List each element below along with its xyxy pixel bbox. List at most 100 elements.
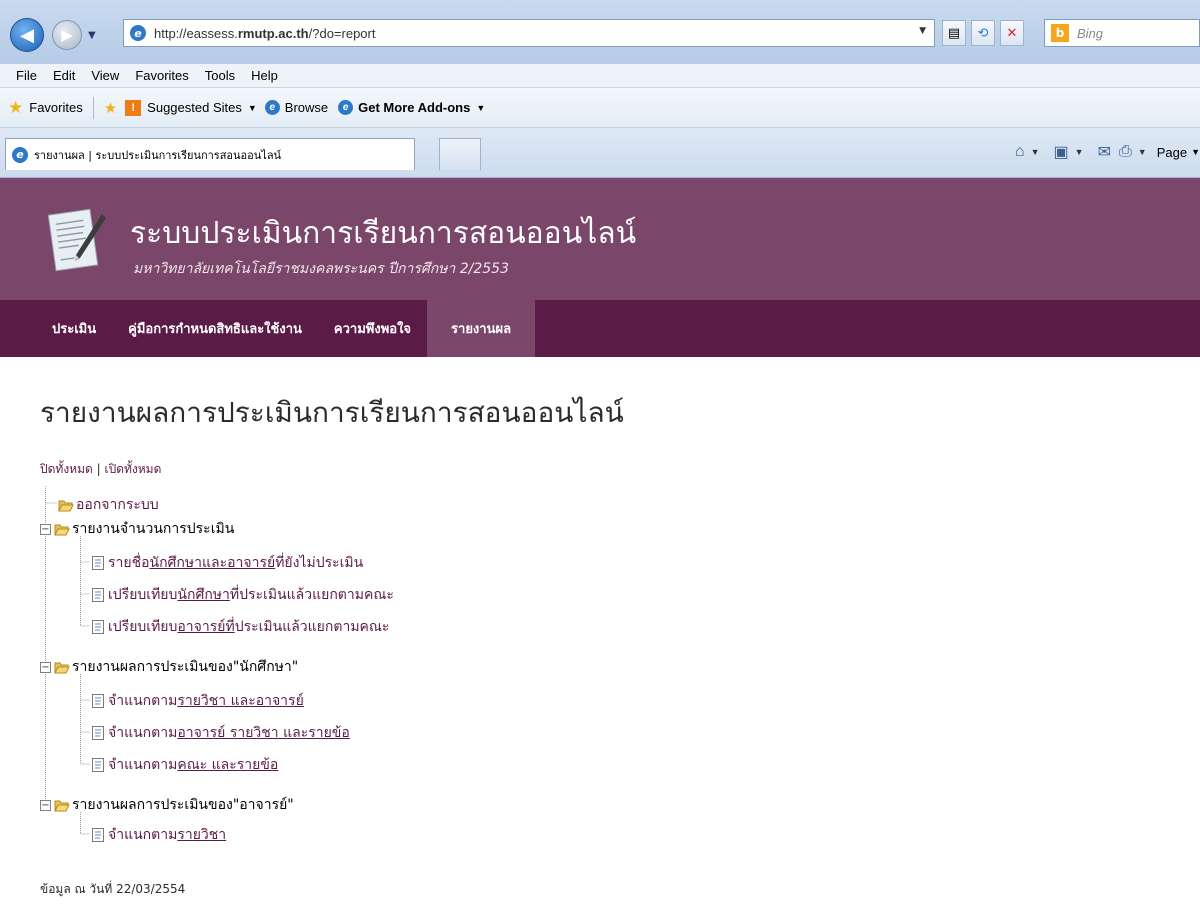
tree-leaf-compare-students[interactable]: เปรียบเทียบนักศึกษาที่ประเมินแล้วแยกตามค… (92, 584, 394, 606)
command-bar: ⌂ ▼ ▣ ▼ ✉ ⎙ ▼ Page ▼ (1011, 142, 1200, 162)
folder-open-icon (54, 524, 70, 535)
nav-evaluate[interactable]: ประเมิน (36, 300, 112, 357)
menu-file[interactable]: File (8, 68, 45, 83)
report-link[interactable]: รายชื่อนักศึกษาและอาจารย์ที่ยังไม่ประเมิ… (108, 552, 363, 574)
report-link[interactable]: จำแนกตามรายวิชา (108, 824, 226, 846)
favorites-bar: ★ Favorites ★ ! Suggested Sites ▼ e Brows… (0, 88, 1200, 128)
collapse-all-link[interactable]: ปิดทั้งหมด (40, 462, 93, 476)
browser-chrome: ◀ ▶ ▼ e http://eassess.rmutp.ac.th/?do=r… (0, 0, 1200, 178)
stop-icon[interactable]: ✕ (1000, 20, 1024, 46)
active-tab[interactable]: e รายงานผล | ระบบประเมินการเรียนการสอนออ… (5, 138, 415, 170)
document-icon (92, 620, 104, 634)
document-pen-logo-icon (48, 208, 106, 272)
add-to-favorites-icon[interactable]: ★ (104, 99, 117, 117)
tree-node-logout[interactable]: ออกจากระบบ (58, 494, 159, 516)
print-dropdown-icon[interactable]: ▼ (1138, 147, 1147, 157)
print-icon[interactable]: ⎙ (1119, 143, 1132, 161)
tree-leaf-by-course-teacher[interactable]: จำแนกตามรายวิชา และอาจารย์ (92, 690, 304, 712)
recent-pages-dropdown-icon[interactable]: ▼ (88, 30, 96, 41)
search-placeholder: Bing (1077, 25, 1104, 41)
group-title: รายงานจำนวนการประเมิน (72, 521, 235, 537)
menu-edit[interactable]: Edit (45, 68, 83, 83)
collapse-toggle-icon[interactable]: − (40, 661, 51, 673)
group-title: รายงานผลการประเมินของ"นักศึกษา" (72, 659, 299, 675)
home-dropdown-icon[interactable]: ▼ (1031, 147, 1040, 157)
document-icon (92, 694, 104, 708)
report-link[interactable]: จำแนกตามคณะ และรายข้อ (108, 754, 278, 776)
tree-group-student-evaluation[interactable]: − รายงานผลการประเมินของ"นักศึกษา" (40, 656, 298, 678)
suggested-sites-icon: ! (125, 99, 142, 116)
menu-tools[interactable]: Tools (197, 68, 243, 83)
tab-title: รายงานผล | ระบบประเมินการเรียนการสอนออนไ… (34, 148, 282, 162)
address-bar[interactable]: e http://eassess.rmutp.ac.th/?do=report … (123, 19, 935, 47)
nav-manual[interactable]: คู่มือการกำหนดสิทธิและใช้งาน (112, 300, 318, 357)
browse-ie-icon: e (264, 100, 280, 115)
tree-group-teacher-evaluation[interactable]: − รายงานผลการประเมินของ"อาจารย์" (40, 794, 294, 816)
home-icon[interactable]: ⌂ (1015, 143, 1025, 161)
menu-view[interactable]: View (83, 68, 127, 83)
favorites-button[interactable]: Favorites (29, 100, 82, 115)
bing-icon: b (1051, 24, 1069, 42)
suggested-sites-dropdown-icon[interactable]: ▼ (248, 103, 257, 113)
tree-leaf-by-faculty-item[interactable]: จำแนกตามคณะ และรายข้อ (92, 754, 278, 776)
report-link[interactable]: จำแนกตามอาจารย์ รายวิชา และรายข้อ (108, 722, 350, 744)
favorites-star-icon[interactable]: ★ (8, 98, 23, 118)
logout-link[interactable]: ออกจากระบบ (76, 494, 159, 516)
site-subtitle: มหาวิทยาลัยเทคโนโลยีราชมงคลพระนคร ปีการศ… (133, 261, 509, 277)
report-link[interactable]: จำแนกตามรายวิชา และอาจารย์ (108, 690, 304, 712)
document-icon (92, 758, 104, 772)
toggle-separator: | (92, 462, 105, 476)
address-bar-row: ◀ ▶ ▼ e http://eassess.rmutp.ac.th/?do=r… (0, 0, 1200, 64)
get-more-addons-link[interactable]: Get More Add-ons (358, 100, 470, 115)
folder-open-icon (58, 500, 74, 511)
folder-open-icon (54, 662, 70, 673)
favorites-divider (92, 96, 94, 119)
report-link[interactable]: เปรียบเทียบนักศึกษาที่ประเมินแล้วแยกตามค… (108, 584, 394, 606)
group-title: รายงานผลการประเมินของ"อาจารย์" (72, 797, 294, 813)
menu-favorites[interactable]: Favorites (127, 68, 196, 83)
refresh-icon[interactable]: ⟲ (971, 20, 995, 46)
tree-leaf-by-course[interactable]: จำแนกตามรายวิชา (92, 824, 226, 846)
tree-toggle-links: ปิดทั้งหมด | เปิดทั้งหมด (40, 460, 161, 479)
new-tab-button[interactable] (439, 138, 481, 170)
document-icon (92, 726, 104, 740)
page-title: รายงานผลการประเมินการเรียนการสอนออนไลน์ (40, 396, 624, 429)
search-input[interactable]: b Bing (1044, 19, 1200, 47)
compatibility-view-icon[interactable]: ▤ (942, 20, 966, 46)
addons-dropdown-icon[interactable]: ▼ (476, 103, 485, 113)
page-menu-button[interactable]: Page (1157, 145, 1187, 160)
back-button[interactable]: ◀ (10, 18, 44, 52)
report-link[interactable]: เปรียบเทียบอาจารย์ที่ประเมินแล้วแยกตามคณ… (108, 616, 389, 638)
nav-report[interactable]: รายงานผล (427, 300, 536, 357)
tab-bar: e รายงานผล | ระบบประเมินการเรียนการสอนออ… (0, 128, 1200, 178)
tab-favicon-icon: e (12, 146, 28, 163)
tree-leaf-unevaluated-list[interactable]: รายชื่อนักศึกษาและอาจารย์ที่ยังไม่ประเมิ… (92, 552, 363, 574)
collapse-toggle-icon[interactable]: − (40, 523, 51, 535)
tree-group-evaluation-count[interactable]: − รายงานจำนวนการประเมิน (40, 518, 234, 540)
menu-bar: File Edit View Favorites Tools Help (0, 64, 1200, 88)
address-dropdown-icon[interactable]: ▼ (919, 26, 926, 36)
addons-ie-icon: e (338, 100, 354, 115)
site-header: ระบบประเมินการเรียนการสอนออนไลน์ มหาวิทย… (0, 178, 1200, 300)
browse-link[interactable]: Browse (285, 100, 328, 115)
expand-all-link[interactable]: เปิดทั้งหมด (104, 462, 161, 476)
forward-button[interactable]: ▶ (52, 20, 82, 50)
document-icon (92, 828, 104, 842)
report-tree: ออกจากระบบ − รายงานจำนวนการประเมิน รายชื… (40, 484, 740, 854)
main-nav: ประเมิน คู่มือการกำหนดสิทธิและใช้งาน ควา… (0, 300, 1200, 357)
feeds-icon[interactable]: ▣ (1054, 142, 1069, 162)
url-text: http://eassess.rmutp.ac.th/?do=report (154, 25, 376, 41)
feeds-dropdown-icon[interactable]: ▼ (1075, 147, 1084, 157)
site-title: ระบบประเมินการเรียนการสอนออนไลน์ (130, 216, 637, 251)
menu-help[interactable]: Help (243, 68, 286, 83)
mail-icon[interactable]: ✉ (1098, 142, 1111, 162)
tree-leaf-compare-teachers[interactable]: เปรียบเทียบอาจารย์ที่ประเมินแล้วแยกตามคณ… (92, 616, 389, 638)
suggested-sites-link[interactable]: Suggested Sites (147, 100, 242, 115)
collapse-toggle-icon[interactable]: − (40, 799, 51, 811)
page-favicon-icon: e (130, 25, 146, 41)
page-menu-dropdown-icon[interactable]: ▼ (1191, 147, 1200, 157)
folder-open-icon (54, 800, 70, 811)
nav-satisfaction[interactable]: ความพึงพอใจ (318, 300, 427, 357)
tree-leaf-by-teacher-course-item[interactable]: จำแนกตามอาจารย์ รายวิชา และรายข้อ (92, 722, 350, 744)
document-icon (92, 588, 104, 602)
